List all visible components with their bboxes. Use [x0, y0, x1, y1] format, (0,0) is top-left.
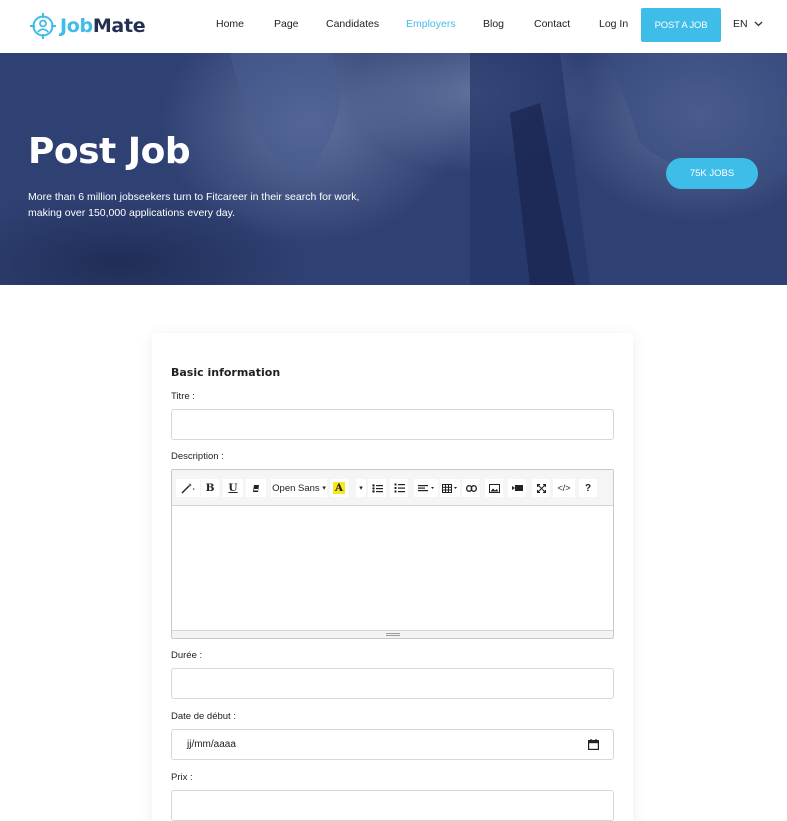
language-selector[interactable]: EN: [733, 18, 763, 30]
post-a-job-button[interactable]: POST A JOB: [641, 8, 721, 42]
duree-input[interactable]: [171, 668, 614, 699]
magic-wand-icon[interactable]: [176, 479, 200, 497]
editor-resize-bar[interactable]: [172, 630, 613, 638]
date-debut-label: Date de début :: [171, 711, 236, 722]
text-color-dropdown-icon[interactable]: ▾: [356, 479, 366, 497]
titre-label: Titre :: [171, 391, 195, 402]
hero-banner: Post Job More than 6 million jobseekers …: [0, 53, 787, 285]
resize-grip-icon: [386, 633, 400, 636]
logo-text: JobMate: [60, 15, 146, 37]
calendar-icon[interactable]: [588, 739, 599, 750]
editor-toolbar: B U Open Sans ▾ A ▾ </> ?: [172, 470, 613, 506]
ordered-list-icon[interactable]: [390, 479, 408, 497]
duree-label: Durée :: [171, 650, 203, 661]
nav-login[interactable]: Log In: [599, 18, 628, 30]
target-person-icon: [30, 13, 56, 39]
description-label: Description :: [171, 451, 224, 462]
nav-employers[interactable]: Employers: [406, 18, 456, 30]
editor-content-area[interactable]: [172, 506, 613, 630]
date-debut-input[interactable]: jj/mm/aaaa: [171, 729, 614, 760]
hero-subtitle: More than 6 million jobseekers turn to F…: [28, 191, 360, 219]
section-title: Basic information: [171, 366, 281, 379]
prix-input[interactable]: [171, 790, 614, 821]
nav-candidates[interactable]: Candidates: [326, 18, 379, 30]
site-header: JobMate Home Page Candidates Employers B…: [0, 0, 787, 53]
picture-icon[interactable]: [485, 479, 503, 497]
code-view-icon[interactable]: </>: [553, 479, 575, 497]
jobs-count-button[interactable]: 75K JOBS: [666, 158, 758, 189]
description-editor: B U Open Sans ▾ A ▾ </> ?: [171, 469, 614, 639]
text-color-icon[interactable]: A: [330, 479, 348, 497]
link-icon[interactable]: [462, 479, 480, 497]
prix-label: Prix :: [171, 772, 193, 783]
language-label: EN: [733, 18, 748, 30]
underline-icon[interactable]: U: [223, 479, 243, 497]
table-icon[interactable]: [440, 479, 460, 497]
nav-contact[interactable]: Contact: [534, 18, 570, 30]
titre-input[interactable]: [171, 409, 614, 440]
video-icon[interactable]: [508, 479, 526, 497]
fullscreen-icon[interactable]: [532, 479, 550, 497]
date-placeholder: jj/mm/aaaa: [187, 739, 236, 750]
unordered-list-icon[interactable]: [368, 479, 386, 497]
logo[interactable]: JobMate: [29, 10, 146, 42]
font-family-dropdown[interactable]: Open Sans ▾: [271, 479, 327, 497]
paragraph-align-icon[interactable]: [414, 479, 438, 497]
chevron-down-icon: [754, 21, 763, 27]
nav-home[interactable]: Home: [216, 18, 244, 30]
help-icon[interactable]: ?: [579, 479, 597, 497]
page-title: Post Job: [28, 131, 191, 172]
eraser-icon[interactable]: [246, 479, 266, 497]
nav-page[interactable]: Page: [274, 18, 299, 30]
bold-icon[interactable]: B: [201, 479, 219, 497]
nav-blog[interactable]: Blog: [483, 18, 504, 30]
